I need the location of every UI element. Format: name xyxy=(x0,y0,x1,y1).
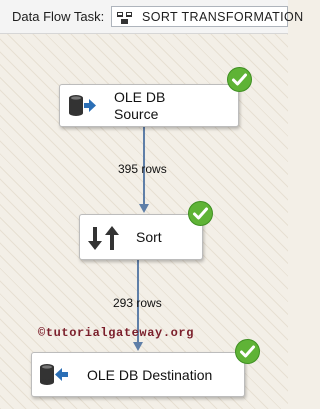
success-check-icon xyxy=(188,201,213,226)
ole-db-destination-component[interactable]: OLE DB Destination xyxy=(31,352,245,397)
data-flow-canvas[interactable]: OLE DB Source 395 rows Sort 293 rows ©tu… xyxy=(0,34,288,409)
ole-db-destination-icon xyxy=(39,363,69,392)
sort-component[interactable]: Sort xyxy=(79,214,203,260)
task-label: Data Flow Task: xyxy=(12,9,105,24)
sort-icon xyxy=(88,225,122,256)
toolbar: Data Flow Task: SORT TRANSFORMATION xyxy=(0,0,303,34)
data-flow-task-icon xyxy=(117,11,133,24)
data-flow-task-dropdown[interactable]: SORT TRANSFORMATION xyxy=(111,6,303,27)
success-check-icon xyxy=(235,339,260,364)
source-name-line1: OLE DB xyxy=(114,89,166,105)
ole-db-source-component[interactable]: OLE DB Source xyxy=(59,84,239,127)
path-1-row-count: 395 rows xyxy=(118,162,167,176)
ole-db-source-icon xyxy=(68,94,96,123)
path-2-row-count: 293 rows xyxy=(113,296,162,310)
destination-name: OLE DB Destination xyxy=(87,367,213,383)
selected-task-name: SORT TRANSFORMATION xyxy=(142,10,304,24)
sort-name: Sort xyxy=(136,229,162,245)
success-check-icon xyxy=(227,67,252,92)
watermark: ©tutorialgateway.org xyxy=(38,326,195,340)
source-name-line2: Source xyxy=(114,106,159,122)
